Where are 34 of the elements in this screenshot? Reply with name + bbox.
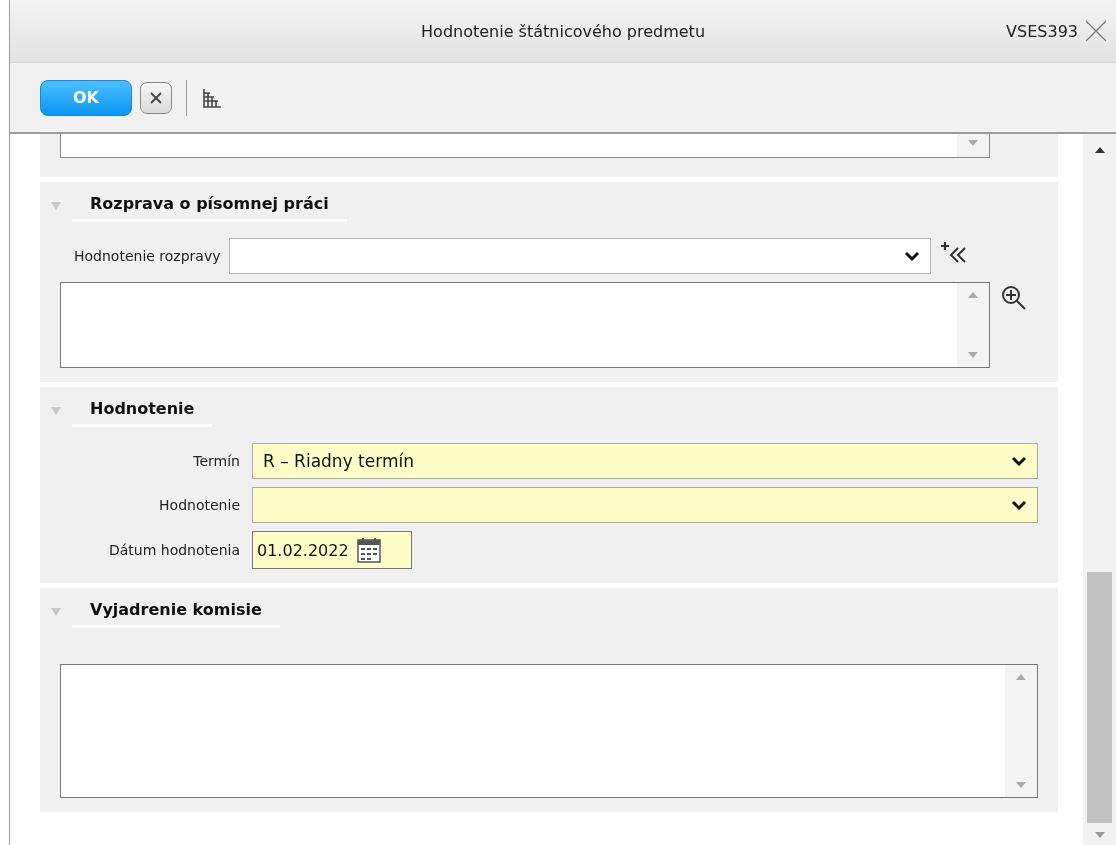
collapse-triangle-icon[interactable] (50, 607, 62, 617)
chevron-down-icon (1011, 455, 1027, 467)
scroll-down-icon[interactable] (1093, 831, 1106, 839)
scroll-down-icon[interactable] (967, 351, 979, 359)
cancel-button[interactable] (140, 81, 172, 114)
text-area[interactable] (60, 282, 990, 368)
dropdown[interactable]: R – Riadny termín (252, 443, 1038, 479)
collapse-triangle-icon[interactable] (50, 201, 62, 211)
section-title: Rozprava o písomnej práci (72, 190, 347, 222)
field-label: Dátum hodnotenia (107, 542, 241, 558)
date-field[interactable]: 01.02.2022 (252, 531, 412, 569)
scrollbar[interactable] (1083, 134, 1116, 845)
field-label: Hodnotenie (158, 497, 241, 513)
section-title: Hodnotenie (72, 395, 213, 427)
scroll-up-icon[interactable] (1093, 146, 1106, 154)
hierarchy-icon[interactable] (201, 86, 223, 109)
dropdown[interactable] (252, 487, 1038, 523)
text-area[interactable] (60, 134, 990, 158)
section-title: Vyjadrenie komisie (72, 596, 280, 628)
collapse-triangle-icon[interactable] (50, 406, 62, 416)
dropdown[interactable] (228, 238, 931, 274)
scroll-thumb[interactable] (1087, 572, 1112, 823)
scroll-down-icon[interactable] (967, 139, 979, 147)
chevron-down-icon (903, 250, 920, 262)
field-label: Hodnotenie rozpravy (73, 248, 222, 264)
field-label: Termín (192, 453, 241, 469)
scroll-down-icon[interactable] (1015, 781, 1027, 789)
zoom-in-icon[interactable] (1000, 284, 1028, 312)
window-title: Hodnotenie štátnicového predmetu (420, 21, 706, 41)
calendar-icon[interactable] (356, 537, 381, 563)
form-code: VSES393 (1006, 21, 1078, 41)
close-x-icon (149, 90, 163, 105)
close-icon[interactable] (1084, 19, 1108, 43)
chevron-down-icon (1011, 499, 1027, 511)
